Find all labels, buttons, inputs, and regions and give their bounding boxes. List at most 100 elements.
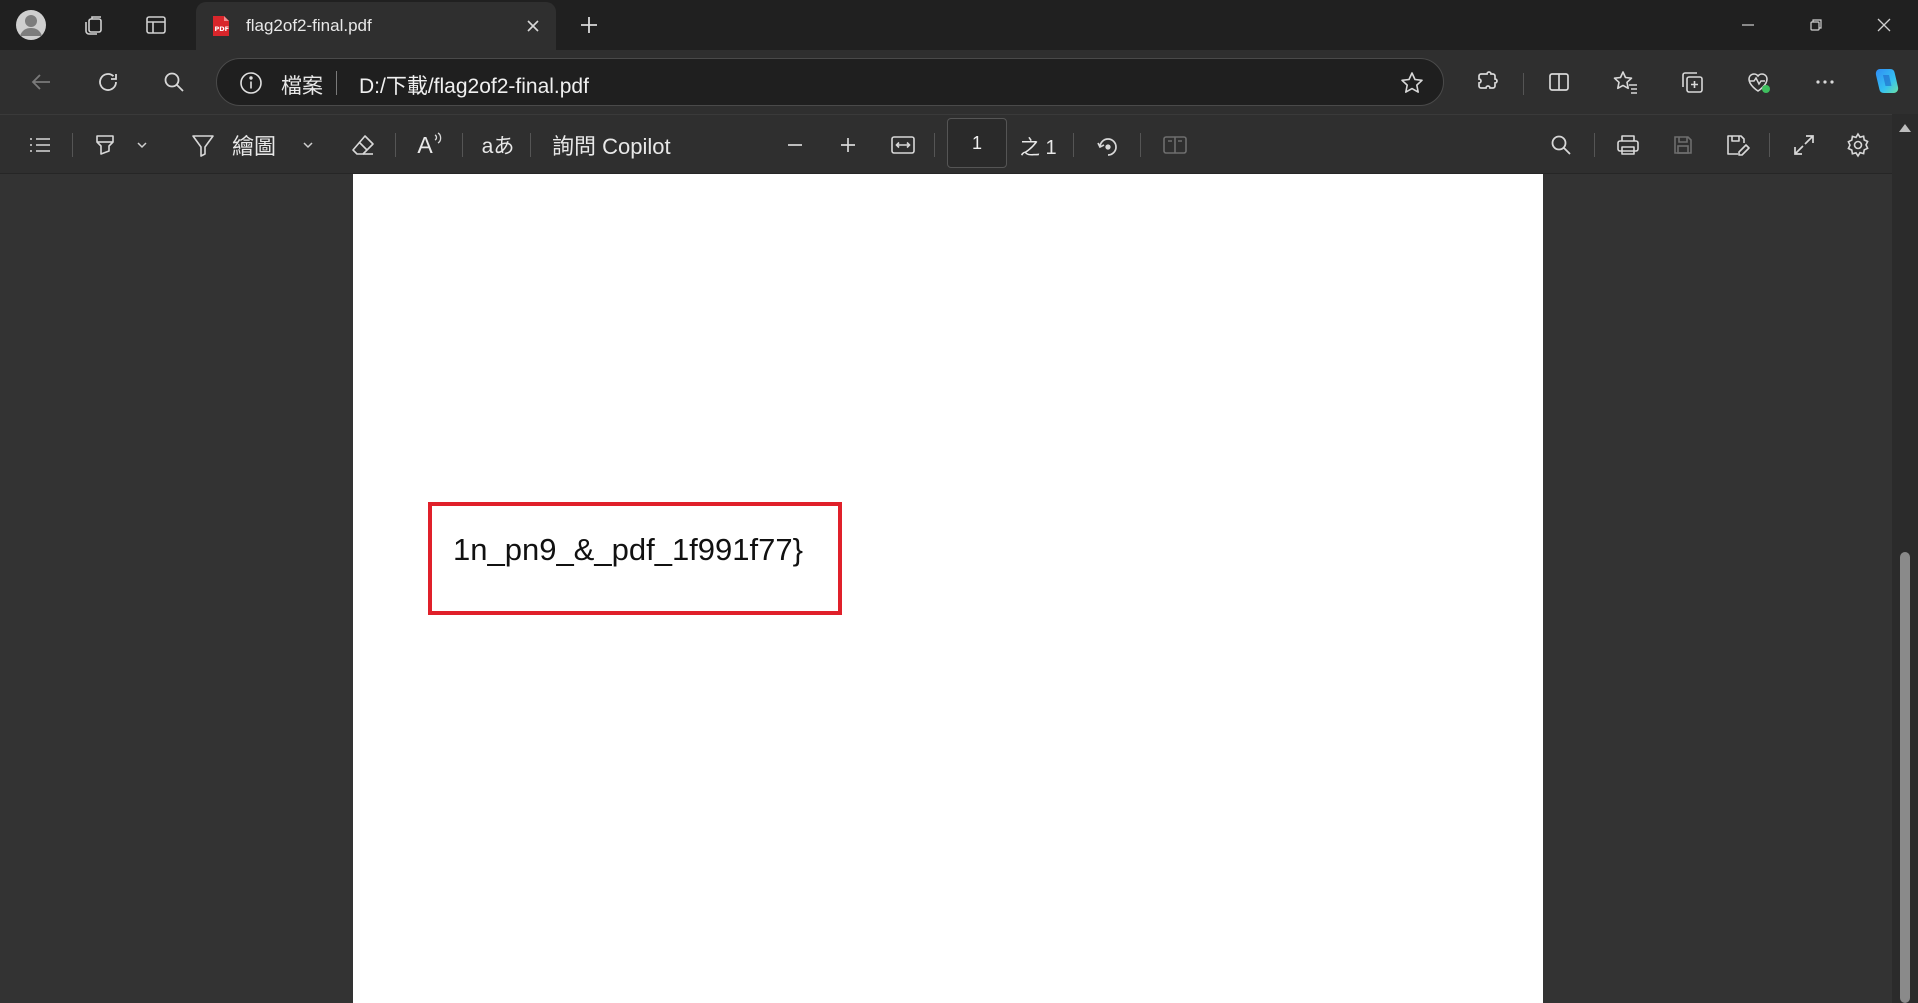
pdf-page: 1n_pn9_&_pdf_1f991f77} (353, 174, 1543, 1003)
zoom-out-icon (788, 144, 802, 146)
fit-width-button[interactable] (884, 126, 922, 164)
minimize-button[interactable] (1714, 0, 1782, 50)
contents-icon (30, 138, 50, 152)
address-divider (336, 71, 337, 95)
fit-width-icon (891, 136, 915, 154)
toolbar-divider (1140, 133, 1141, 157)
split-screen-icon (1549, 73, 1569, 91)
draw-label: 繪圖 (232, 134, 277, 159)
contents-button[interactable] (22, 126, 58, 164)
settings-icon (1847, 132, 1869, 158)
rotate-icon (1097, 138, 1117, 156)
refresh-icon (99, 73, 117, 91)
more-icon (1816, 80, 1834, 84)
page-view-button[interactable] (1156, 126, 1194, 164)
profile-avatar-icon[interactable] (14, 8, 48, 42)
ask-copilot-label: 詢問 Copilot (552, 134, 671, 159)
workspaces-icon[interactable] (76, 8, 110, 42)
read-aloud-icon: A (417, 132, 442, 159)
draw-button[interactable]: 繪圖 (190, 126, 310, 164)
save-as-button[interactable] (1718, 126, 1756, 164)
eraser-icon (352, 135, 374, 155)
eraser-button[interactable] (344, 126, 382, 164)
toolbar-divider (530, 133, 531, 157)
copilot-icon (1875, 69, 1899, 93)
refresh-button[interactable] (89, 63, 127, 101)
address-url[interactable]: D:/下載/flag2of2-final.pdf (359, 70, 589, 100)
draw-icon (192, 135, 214, 157)
tab-title: flag2of2-final.pdf (246, 16, 372, 35)
page-view-icon (1163, 136, 1187, 154)
highlight-button[interactable] (88, 126, 122, 164)
more-button[interactable] (1806, 63, 1844, 101)
translate-icon: aあ (481, 135, 515, 158)
pdf-toolbar: 繪圖 A aあ 詢問 Copilot 1 之 1 (0, 114, 1918, 174)
restore-button[interactable] (1782, 0, 1850, 50)
collections-icon (1682, 72, 1703, 93)
browser-essentials-button[interactable] (1739, 63, 1777, 101)
info-icon[interactable] (239, 71, 263, 95)
highlight-dropdown[interactable] (130, 126, 154, 164)
read-aloud-button[interactable]: A (412, 126, 448, 164)
rotate-button[interactable] (1089, 126, 1127, 164)
copilot-button[interactable] (1868, 63, 1906, 101)
find-button[interactable] (1542, 126, 1580, 164)
toolbar-divider (934, 133, 935, 157)
plus-icon (581, 17, 597, 33)
active-tab[interactable]: PDF flag2of2-final.pdf (196, 2, 556, 50)
navigation-bar: 檔案 D:/下載/flag2of2-final.pdf (0, 50, 1918, 114)
collections-button[interactable] (1673, 63, 1711, 101)
search-icon (164, 72, 184, 92)
fullscreen-icon (1794, 135, 1814, 155)
restore-icon (1810, 19, 1822, 31)
translate-button[interactable]: aあ (478, 126, 518, 164)
toolbar-divider (72, 133, 73, 157)
scroll-up-icon[interactable] (1898, 122, 1912, 134)
favorites-icon (1613, 71, 1637, 94)
fullscreen-button[interactable] (1785, 126, 1823, 164)
new-tab-button[interactable] (572, 8, 606, 42)
close-window-icon (1877, 18, 1891, 32)
zoom-in-icon (841, 138, 855, 152)
extensions-button[interactable] (1468, 63, 1506, 101)
extensions-icon (1478, 71, 1498, 89)
toolbar-divider (1769, 133, 1770, 157)
close-icon (527, 20, 539, 32)
save-button[interactable] (1664, 126, 1702, 164)
address-bar[interactable]: 檔案 D:/下載/flag2of2-final.pdf (216, 58, 1444, 106)
title-bar: PDF flag2of2-final.pdf (0, 0, 1918, 50)
back-button[interactable] (22, 63, 60, 101)
print-button[interactable] (1609, 126, 1647, 164)
page-count: 之 1 (1020, 137, 1057, 159)
zoom-out-button[interactable] (778, 126, 812, 164)
page-number-input[interactable]: 1 (947, 118, 1007, 168)
highlight-icon (96, 135, 114, 155)
svg-text:PDF: PDF (215, 25, 230, 33)
toolbar-divider (395, 133, 396, 157)
chevron-down-icon (303, 142, 313, 149)
toolbar-divider (462, 133, 463, 157)
split-screen-button[interactable] (1540, 63, 1578, 101)
star-icon[interactable] (1399, 70, 1425, 96)
browser-essentials-icon (1748, 73, 1770, 93)
search-button[interactable] (155, 63, 193, 101)
vertical-scrollbar[interactable] (1892, 114, 1918, 1003)
site-info-label[interactable]: 檔案 (281, 70, 323, 100)
draw-dropdown[interactable] (296, 126, 320, 164)
save-as-icon (1727, 135, 1750, 156)
zoom-in-button[interactable] (831, 126, 865, 164)
toolbar-divider (1523, 73, 1524, 95)
toolbar-divider (1594, 133, 1595, 157)
vertical-tabs-icon[interactable] (139, 8, 173, 42)
close-tab-button[interactable] (518, 11, 548, 41)
ask-copilot-button[interactable]: 詢問 Copilot (552, 126, 682, 164)
close-window-button[interactable] (1850, 0, 1918, 50)
scrollbar-thumb[interactable] (1900, 552, 1910, 1003)
back-arrow-icon (31, 74, 50, 90)
find-icon (1551, 135, 1571, 155)
settings-button[interactable] (1839, 126, 1877, 164)
chevron-down-icon (137, 142, 147, 149)
save-icon (1674, 136, 1692, 154)
pdf-viewer[interactable]: 1n_pn9_&_pdf_1f991f77} (0, 174, 1892, 1003)
favorites-button[interactable] (1607, 63, 1645, 101)
